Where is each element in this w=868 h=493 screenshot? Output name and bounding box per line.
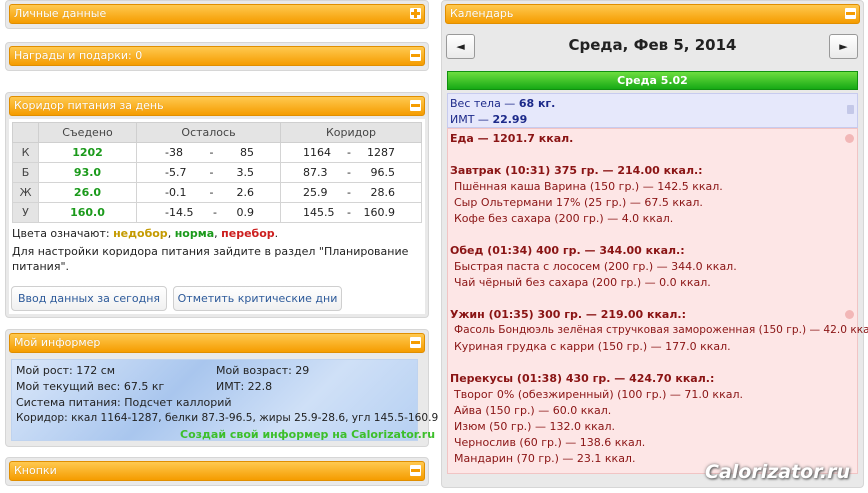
collapse-icon[interactable] [410, 50, 421, 61]
left-range: -14.5-0.9 [136, 202, 281, 223]
corridor-hint: Для настройки коридора питания зайдите в… [12, 245, 409, 273]
informer-age: Мой возраст: 29 [216, 364, 310, 377]
food-item: Чай чёрный без сахара (200 гр.) — 0.0 кк… [454, 276, 711, 289]
legend-under: недобор [113, 227, 168, 240]
next-day-button[interactable]: ► [829, 34, 858, 59]
weight-block: Вес тела — 68 кг. ИМТ — 22.99 [447, 93, 858, 128]
informer-height: Мой рост: 172 см [16, 364, 116, 377]
calendar-date-title: Среда, Фев 5, 2014 [568, 36, 737, 54]
eaten-value: 1202 [38, 142, 137, 163]
collapse-icon[interactable] [410, 100, 421, 111]
informer-widget[interactable]: Мой рост: 172 см Мой возраст: 29 Мой тек… [11, 359, 438, 441]
enter-today-data-button[interactable]: Ввод данных за сегодня [11, 286, 167, 311]
table-row: К 1202 -38-85 1164-1287 [12, 142, 422, 163]
meal-header: Завтрак (10:31) 375 гр. — 214.00 ккал.: [450, 164, 703, 177]
collapse-icon[interactable] [845, 8, 856, 19]
edit-icon[interactable] [845, 310, 854, 319]
informer-system: Система питания: Подсчет каллорий [16, 396, 232, 409]
legend-norm: норма [174, 227, 215, 240]
corridor-range: 145.5-160.9 [280, 202, 422, 223]
trash-icon[interactable] [847, 105, 854, 114]
panel-header-calendar[interactable]: Календарь [445, 4, 860, 24]
left-range: -5.7-3.5 [136, 162, 281, 183]
food-total: Еда — 1201.7 ккал. [450, 132, 574, 145]
food-item: Мандарин (70 гр.) — 23.1 ккал. [454, 452, 636, 465]
panel-header-buttons[interactable]: Кнопки [9, 461, 425, 481]
food-item: Кофе без сахара (200 гр.) — 4.0 ккал. [454, 212, 674, 225]
panel-title: Коридор питания за день [14, 99, 164, 112]
food-item: Фасоль Бондюэль зелёная стручковая замор… [454, 324, 868, 336]
meal-header: Ужин (01:35) 300 гр. — 219.00 ккал.: [450, 308, 686, 321]
food-item: Чернослив (60 гр.) — 138.6 ккал. [454, 436, 646, 449]
table-row: Б 93.0 -5.7-3.5 87.3-96.5 [12, 162, 422, 183]
expand-icon[interactable] [410, 8, 421, 19]
mark-critical-days-button[interactable]: Отметить критические дни [173, 286, 342, 311]
col-header-corridor: Коридор [280, 122, 422, 143]
col-header-left: Осталось [136, 122, 281, 143]
food-item: Изюм (50 гр.) — 132.0 ккал. [454, 420, 616, 433]
food-log: Еда — 1201.7 ккал. Завтрак (10:31) 375 г… [447, 128, 868, 474]
prev-day-button[interactable]: ◄ [446, 34, 475, 59]
row-label: Ж [12, 182, 39, 203]
bmi-line: ИМТ — 22.99 [450, 113, 528, 126]
table-row: Ж 26.0 -0.1-2.6 25.9-28.6 [12, 182, 422, 203]
col-header-eaten: Съедено [38, 122, 137, 143]
left-range: -0.1-2.6 [136, 182, 281, 203]
row-label: К [12, 142, 39, 163]
panel-header-personal[interactable]: Личные данные [9, 4, 425, 24]
informer-create-link[interactable]: Создай свой информер на Calorizator.ru [180, 428, 435, 441]
informer-bmi: ИМТ: 22.8 [216, 380, 273, 393]
eaten-value: 26.0 [38, 182, 137, 203]
corner-cell [12, 122, 39, 143]
table-row: У 160.0 -14.5-0.9 145.5-160.9 [12, 202, 422, 223]
food-item: Быстрая паста с лососем (200 гр.) — 344.… [454, 260, 737, 273]
eaten-value: 160.0 [38, 202, 137, 223]
panel-corridor: Коридор питания за день Съедено Осталось… [5, 92, 429, 318]
panel-header-corridor[interactable]: Коридор питания за день [9, 96, 425, 116]
corridor-table: Съедено Осталось Коридор К 1202 -38-85 1… [12, 122, 422, 223]
legend-over: перебор [221, 227, 275, 240]
edit-icon[interactable] [845, 134, 854, 143]
food-item: Пшённая каша Варина (150 гр.) — 142.5 кк… [454, 180, 723, 193]
row-label: Б [12, 162, 39, 183]
meal-header: Перекусы (01:38) 430 гр. — 424.70 ккал.: [450, 372, 715, 385]
panel-title: Награды и подарки: 0 [14, 49, 143, 62]
left-range: -38-85 [136, 142, 281, 163]
food-item: Айва (150 гр.) — 60.0 ккал. [454, 404, 612, 417]
weight-line: Вес тела — 68 кг. [450, 97, 556, 110]
day-bar: Среда 5.02 [447, 71, 858, 90]
corridor-range: 1164-1287 [280, 142, 422, 163]
panel-title: Кнопки [14, 464, 57, 477]
color-legend: Цвета означают: недобор, норма, перебор. [12, 227, 279, 240]
panel-title: Мой информер [14, 336, 101, 349]
panel-title: Личные данные [14, 7, 107, 20]
panel-header-informer[interactable]: Мой информер [9, 333, 425, 353]
informer-weight: Мой текущий вес: 67.5 кг [16, 380, 165, 393]
site-watermark: Calorizator.ru [705, 461, 851, 483]
corridor-range: 87.3-96.5 [280, 162, 422, 183]
meal-header: Обед (01:34) 400 гр. — 344.00 ккал.: [450, 244, 685, 257]
panel-personal-data: Личные данные [5, 0, 429, 29]
food-item: Творог 0% (обезжиренный) (100 гр.) — 71.… [454, 388, 743, 401]
collapse-icon[interactable] [410, 465, 421, 476]
corridor-range: 25.9-28.6 [280, 182, 422, 203]
food-item: Куриная грудка с карри (150 гр.) — 177.0… [454, 340, 731, 353]
panel-awards: Награды и подарки: 0 [5, 42, 429, 71]
panel-header-awards[interactable]: Награды и подарки: 0 [9, 46, 425, 66]
food-item: Сыр Ольтермани 17% (25 гр.) — 67.5 ккал. [454, 196, 703, 209]
collapse-icon[interactable] [410, 337, 421, 348]
corridor-body: Съедено Осталось Коридор К 1202 -38-85 1… [9, 119, 425, 314]
eaten-value: 93.0 [38, 162, 137, 183]
panel-buttons: Кнопки [5, 457, 429, 486]
panel-title: Календарь [450, 7, 514, 20]
row-label: У [12, 202, 39, 223]
informer-corridor: Коридор: ккал 1164-1287, белки 87.3-96.5… [16, 412, 439, 424]
